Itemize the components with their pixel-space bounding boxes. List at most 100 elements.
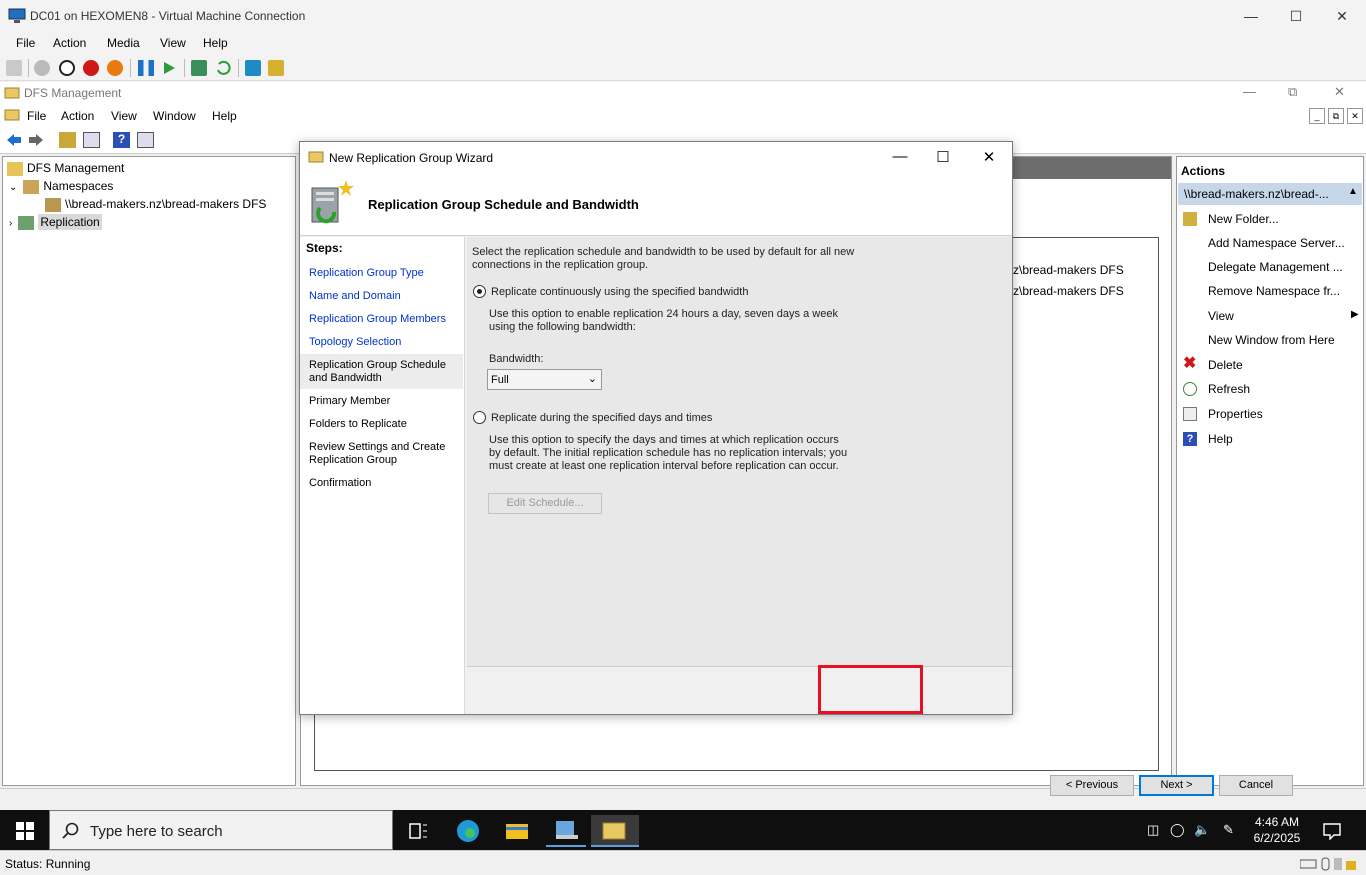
mdi-minimize-button[interactable]: _: [1309, 108, 1325, 124]
radio-schedule-label[interactable]: Replicate during the specified days and …: [491, 412, 712, 425]
radio-continuous[interactable]: [473, 285, 486, 298]
pause-icon[interactable]: [138, 60, 154, 76]
search-icon: [62, 822, 79, 839]
vm-menu-media[interactable]: Media: [107, 36, 140, 50]
option1-description: Use this option to enable replication 24…: [489, 308, 838, 333]
chevron-down-icon: ⌄: [587, 373, 597, 385]
step-folders-to-replicate: Folders to Replicate: [309, 418, 407, 430]
wizard-maximize-button[interactable]: ☐: [933, 148, 953, 166]
dfs-menu-window[interactable]: Window: [153, 109, 196, 123]
results-row[interactable]: z\bread-makers DFS: [1013, 263, 1124, 277]
revert-icon[interactable]: [215, 60, 231, 76]
dfs-menu-file[interactable]: File: [27, 109, 46, 123]
dfs-menu-action[interactable]: Action: [61, 109, 94, 123]
dfs-management-icon: [7, 161, 23, 176]
mmc-icon[interactable]: [4, 107, 20, 123]
task-view-icon[interactable]: [398, 815, 438, 847]
collapse-triangle-icon[interactable]: ▲: [1348, 186, 1358, 197]
volume-muted-icon[interactable]: 🔈: [1194, 822, 1210, 838]
dfs-menu-help[interactable]: Help: [212, 109, 237, 123]
console-tree: DFS Management ⌄ Namespaces \\bread-maker…: [2, 156, 296, 786]
vm-menu-help[interactable]: Help: [203, 36, 228, 50]
vm-close-button[interactable]: ✕: [1319, 4, 1365, 28]
back-arrow-icon[interactable]: [5, 132, 23, 148]
tree-item-namespaces[interactable]: ⌄ Namespaces: [9, 179, 113, 194]
action-new-folder[interactable]: New Folder...: [1208, 212, 1279, 226]
dfs-close-button[interactable]: ✕: [1334, 84, 1345, 100]
vm-titlebar: DC01 on HEXOMEN8 - Virtual Machine Conne…: [0, 0, 1366, 32]
action-new-window[interactable]: New Window from Here: [1208, 333, 1335, 347]
ctrl-alt-del-icon[interactable]: [6, 60, 22, 76]
wizard-close-button[interactable]: ✕: [979, 148, 999, 166]
file-explorer-icon[interactable]: [497, 815, 537, 847]
namespaces-icon: [23, 179, 40, 194]
bandwidth-select[interactable]: Full ⌄: [487, 369, 602, 390]
cancel-button[interactable]: Cancel: [1219, 775, 1293, 796]
dfs-management-taskbar-icon[interactable]: [591, 815, 639, 847]
radio-schedule[interactable]: [473, 411, 486, 424]
start-icon[interactable]: [34, 60, 50, 76]
show-action-pane-icon[interactable]: [137, 132, 154, 148]
action-delegate-management[interactable]: Delegate Management ...: [1208, 260, 1343, 274]
step-topology-selection[interactable]: Topology Selection: [300, 336, 463, 349]
step-replication-group-type[interactable]: Replication Group Type: [300, 267, 463, 280]
enhanced-session-icon[interactable]: [245, 60, 261, 76]
step-replication-group-members[interactable]: Replication Group Members: [300, 313, 463, 326]
share-icon[interactable]: [268, 60, 284, 76]
pen-icon[interactable]: ✎: [1223, 822, 1234, 838]
actions-subheader[interactable]: \\bread-makers.nz\bread-... ▲: [1178, 183, 1362, 205]
chevron-right-icon[interactable]: ›: [9, 218, 12, 229]
mdi-restore-button[interactable]: ⧉: [1328, 108, 1344, 124]
language-icon[interactable]: ◯: [1170, 822, 1185, 838]
previous-button[interactable]: < Previous: [1050, 775, 1134, 796]
clock[interactable]: 4:46 AM 6/2/2025: [1252, 814, 1302, 846]
action-view[interactable]: View: [1208, 309, 1234, 323]
action-add-namespace-server[interactable]: Add Namespace Server...: [1208, 236, 1345, 250]
actions-pane: Actions \\bread-makers.nz\bread-... ▲ Ne…: [1176, 156, 1364, 786]
taskbar-search-box[interactable]: Type here to search: [49, 810, 393, 850]
vm-menu-file[interactable]: File: [16, 36, 35, 50]
next-button[interactable]: Next >: [1139, 775, 1214, 796]
action-refresh[interactable]: Refresh: [1208, 382, 1250, 396]
windows-start-icon[interactable]: [16, 822, 34, 840]
help-icon[interactable]: ?: [113, 132, 130, 148]
step-name-and-domain[interactable]: Name and Domain: [300, 290, 463, 303]
turn-off-icon[interactable]: [59, 60, 75, 76]
edit-schedule-button[interactable]: Edit Schedule...: [488, 493, 602, 514]
action-help[interactable]: Help: [1208, 432, 1233, 446]
chevron-down-icon[interactable]: ⌄: [9, 182, 17, 193]
notification-icon[interactable]: [1322, 822, 1342, 840]
tree-item-dfs-management[interactable]: DFS Management: [7, 161, 124, 176]
step-review-settings: Review Settings and Create Replication G…: [309, 441, 446, 466]
dfs-minimize-button[interactable]: —: [1243, 84, 1256, 99]
taskbar: Type here to search ◫ ◯ 🔈 ✎ 4:46 AM 6/2/…: [0, 810, 1366, 850]
checkpoint-icon[interactable]: [191, 60, 207, 76]
dfs-restore-button[interactable]: ⧉: [1288, 84, 1297, 100]
vm-menu-action[interactable]: Action: [53, 36, 86, 50]
wizard-content: Select the replication schedule and band…: [467, 237, 1012, 667]
steps-header: Steps:: [306, 241, 343, 255]
dfs-menu-view[interactable]: View: [111, 109, 137, 123]
tree-item-replication[interactable]: › Replication: [9, 214, 102, 230]
action-properties[interactable]: Properties: [1208, 407, 1263, 421]
vm-menu-view[interactable]: View: [160, 36, 186, 50]
tree-item-namespace[interactable]: \\bread-makers.nz\bread-makers DFS: [45, 197, 266, 212]
wizard-titlebar: New Replication Group Wizard — ☐ ✕: [300, 142, 1012, 172]
radio-continuous-label[interactable]: Replicate continuously using the specifi…: [491, 286, 748, 299]
up-folder-icon[interactable]: [59, 132, 76, 148]
wizard-minimize-button[interactable]: —: [890, 148, 910, 165]
server-manager-icon[interactable]: [546, 815, 586, 847]
edge-icon[interactable]: [448, 815, 488, 847]
action-remove-namespace[interactable]: Remove Namespace fr...: [1208, 284, 1340, 298]
power-icon[interactable]: [107, 60, 123, 76]
network-icon[interactable]: ◫: [1147, 822, 1159, 838]
vm-minimize-button[interactable]: —: [1228, 4, 1274, 28]
shutdown-icon[interactable]: [83, 60, 99, 76]
mdi-close-button[interactable]: ✕: [1347, 108, 1363, 124]
resume-icon[interactable]: [161, 60, 177, 76]
results-row[interactable]: z\bread-makers DFS: [1013, 284, 1124, 298]
forward-arrow-icon[interactable]: [27, 132, 45, 148]
vm-maximize-button[interactable]: ☐: [1273, 4, 1319, 28]
show-hide-tree-icon[interactable]: [83, 132, 100, 148]
action-delete[interactable]: Delete: [1208, 358, 1243, 372]
